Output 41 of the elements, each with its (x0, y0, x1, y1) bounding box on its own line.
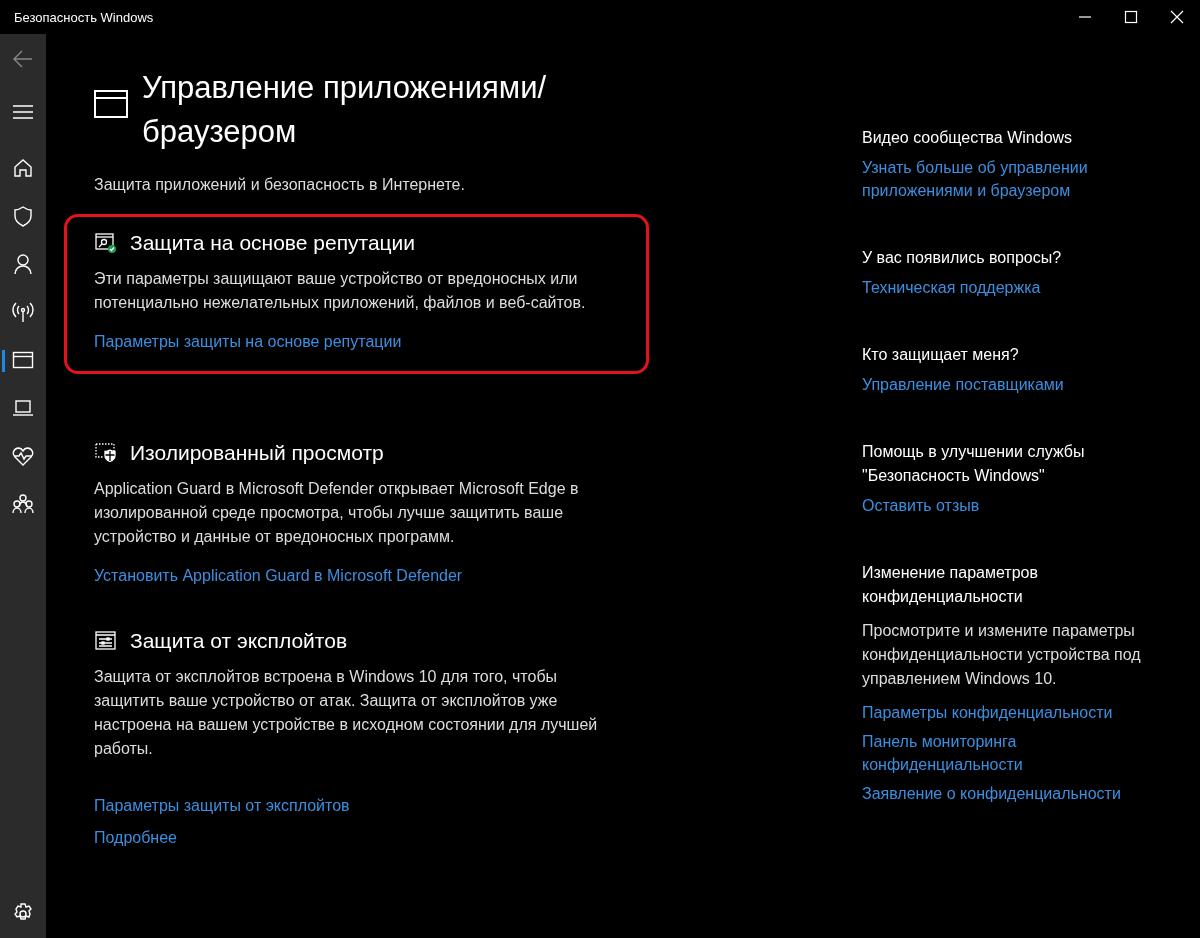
browser-window-icon (94, 90, 128, 118)
aside-link[interactable]: Оставить отзыв (862, 494, 980, 517)
section-description: Application Guard в Microsoft Defender открывает Microsoft Edge в изолированной среде просмотра, чтобы лучше защитить ваше устройство и данные от вредоносных программ. (94, 479, 580, 547)
aside-link[interactable]: Управление поставщиками (862, 373, 1064, 396)
dotted-shield-icon (94, 441, 118, 465)
aside-heading: Изменение параметров конфиденциальности (862, 563, 1039, 607)
maximize-icon (1124, 10, 1138, 24)
back-arrow-icon (12, 48, 34, 70)
shield-icon (12, 205, 34, 227)
aside-link[interactable]: Узнать больше об управлении приложениями и браузером (862, 156, 1162, 202)
section-title: Изолированный просмотр (130, 441, 384, 465)
browser-icon (12, 349, 34, 371)
aside-link[interactable]: Параметры конфиденциальности (862, 701, 1113, 724)
page-title: Управление приложениями/ браузером (142, 69, 547, 151)
close-icon (1170, 10, 1184, 24)
aside-text: Просмотрите и измените параметры конфиденциальности устройства под управлением Windows 10. (862, 621, 1142, 689)
section-link[interactable]: Параметры защиты от эксплойтов (94, 797, 350, 815)
section-link[interactable]: Подробнее (94, 829, 177, 847)
family-icon (12, 493, 34, 515)
section-link[interactable]: Установить Application Guard в Microsoft Defender (94, 567, 463, 585)
page-subtitle: Защита приложений и безопасность в Интернете. (94, 176, 466, 194)
section-link[interactable]: Параметры защиты на основе репутации (94, 333, 402, 351)
heart-icon (12, 445, 34, 467)
aside-link[interactable]: Заявление о конфиденциальности (862, 782, 1121, 805)
section-title: Защита от эксплойтов (130, 629, 348, 653)
home-icon (12, 157, 34, 179)
aside-heading: Кто защищает меня? (862, 345, 1019, 365)
aside-heading: Помощь в улучшении службы "Безопасность Windows" (862, 442, 1086, 486)
antenna-icon (12, 301, 34, 323)
aside-heading: Видео сообщества Windows (862, 128, 1073, 148)
window-check-icon (94, 231, 118, 255)
window-title: Безопасность Windows (13, 9, 154, 25)
person-icon (12, 253, 34, 275)
section-description: Эти параметры защищают ваше устройство от вредоносных или потенциально нежелательных приложений, файлов и веб-сайтов. (94, 269, 587, 313)
sliders-window-icon (94, 629, 118, 653)
section-title: Защита на основе репутации (130, 231, 416, 255)
section-description: Защита от эксплойтов встроена в Windows 10 для того, чтобы защитить ваше устройство от атак. Защита от эксплойтов уже настроена на вашем устройстве в исходном состоянии для лучшей работы. (94, 667, 599, 759)
aside-link[interactable]: Техническая поддержка (862, 276, 1041, 299)
laptop-icon (12, 397, 34, 419)
aside-heading: У вас появились вопросы? (862, 248, 1062, 268)
aside-link[interactable]: Панель мониторинга конфиденциальности (862, 730, 1162, 776)
